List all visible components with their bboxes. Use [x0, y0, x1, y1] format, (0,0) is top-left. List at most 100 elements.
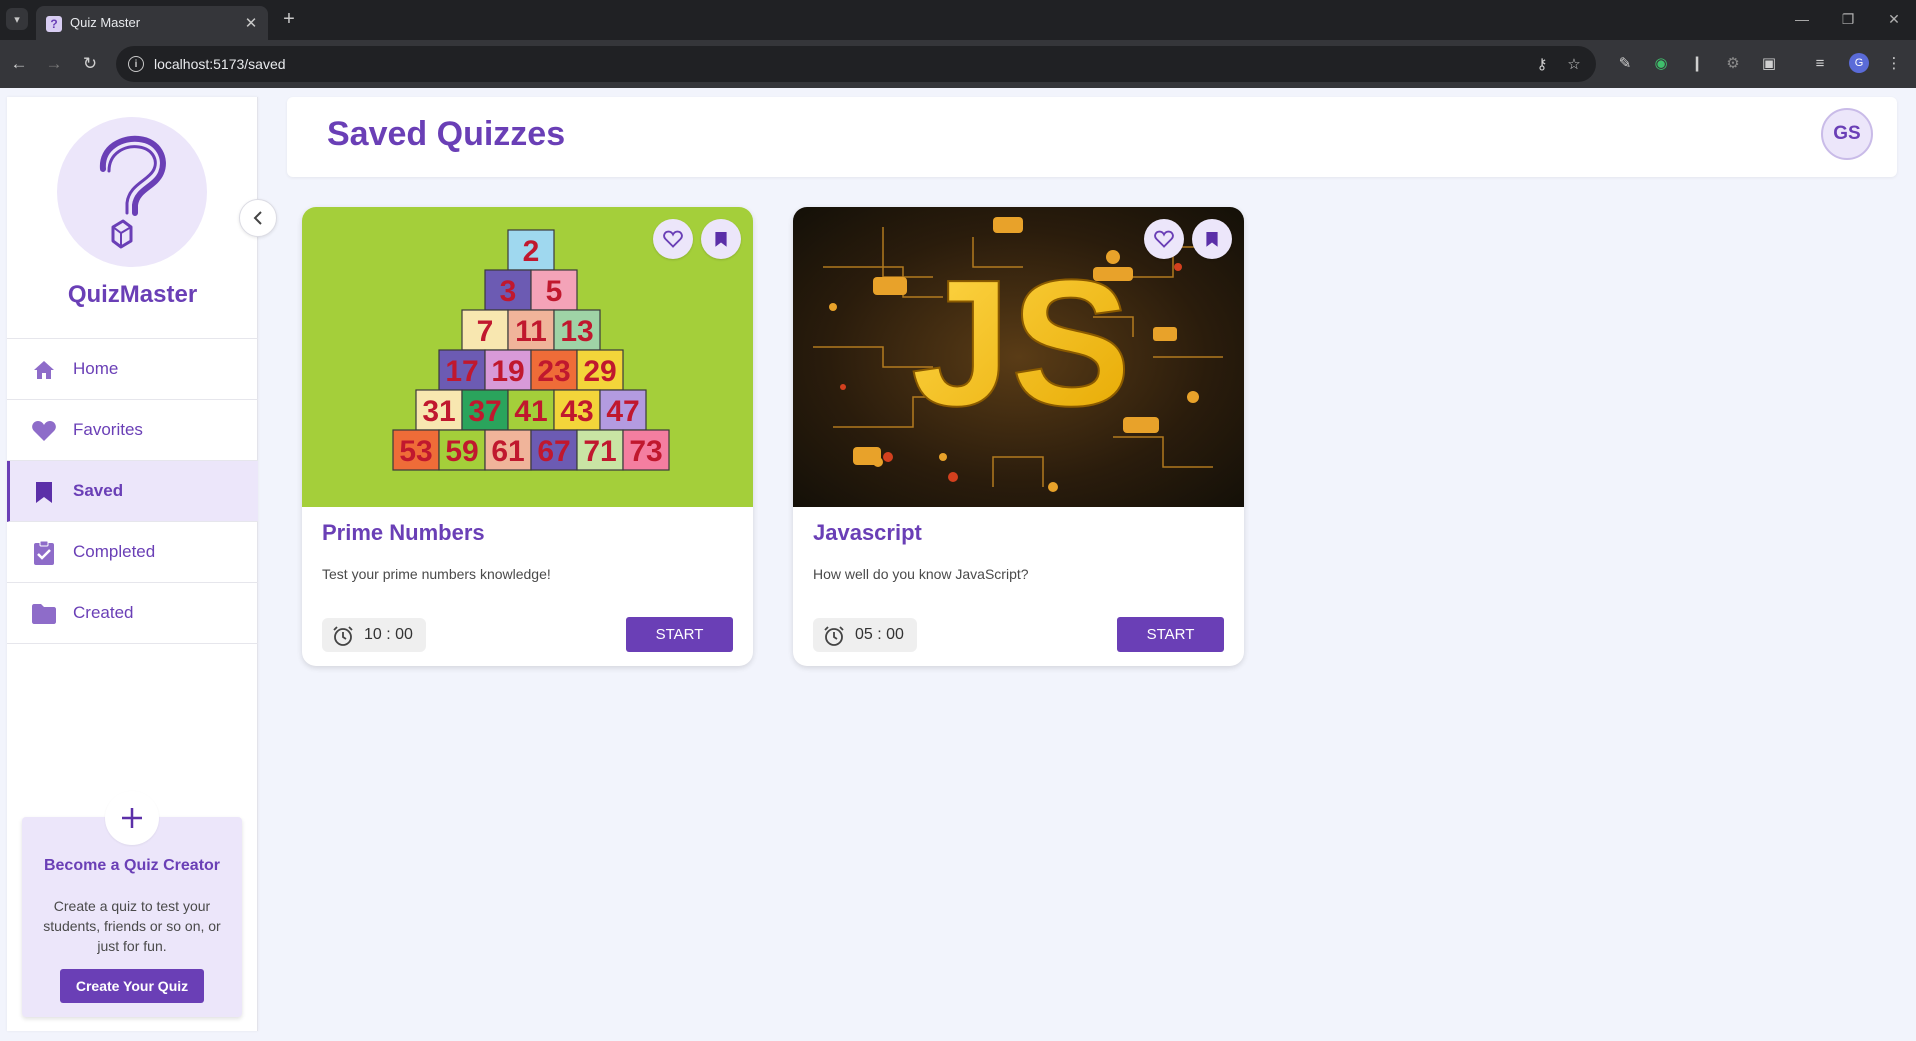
alarm-clock-icon — [824, 626, 844, 646]
quiz-title: Prime Numbers — [322, 520, 485, 545]
favorite-button[interactable] — [1144, 219, 1184, 259]
favorite-button[interactable] — [653, 219, 693, 259]
circle-extension-icon[interactable]: ◉ — [1650, 52, 1672, 74]
quiz-timer: 10 : 00 — [322, 618, 426, 652]
collapse-sidebar-button[interactable] — [239, 199, 277, 237]
prime-tile-number: 43 — [560, 395, 593, 428]
favicon-icon: ? — [46, 16, 62, 32]
prime-tile-number: 61 — [491, 435, 524, 468]
create-quiz-button[interactable]: Create Your Quiz — [60, 969, 204, 1003]
sidebar-item-label: Created — [73, 603, 134, 622]
bookmark-icon — [1206, 232, 1218, 247]
url-text[interactable]: localhost:5173/saved — [154, 56, 286, 72]
heart-icon — [31, 418, 57, 444]
clipboard-check-icon — [31, 540, 57, 566]
minimize-icon[interactable]: — — [1787, 8, 1817, 30]
save-button[interactable] — [701, 219, 741, 259]
tab-close-icon[interactable]: ✕ — [242, 14, 260, 32]
sidebar: QuizMaster Home Favorites Saved Complete… — [7, 97, 258, 1031]
chevron-left-icon — [253, 211, 262, 225]
user-avatar[interactable]: GS — [1821, 108, 1873, 160]
profile-avatar-icon[interactable]: G — [1849, 53, 1869, 73]
site-info-icon[interactable]: i — [128, 56, 144, 72]
prime-tile-number: 5 — [546, 275, 563, 308]
quiz-description: How well do you know JavaScript? — [813, 566, 1029, 582]
become-creator-card: Become a Quiz Creator Create a quiz to t… — [22, 791, 242, 1017]
sidebar-item-label: Favorites — [73, 420, 143, 439]
question-mark-logo-icon — [99, 135, 166, 249]
plus-icon — [105, 791, 159, 845]
prime-tile-number: 67 — [537, 435, 570, 468]
quiz-description: Test your prime numbers knowledge! — [322, 566, 551, 582]
tab-search-icon[interactable]: ▾ — [6, 8, 28, 30]
alarm-clock-icon — [333, 626, 353, 646]
prime-tile-number: 59 — [445, 435, 478, 468]
prime-tile-number: 47 — [606, 395, 639, 428]
js-logo-text: JS — [911, 243, 1131, 444]
gear-extension-icon[interactable]: ⚙ — [1722, 52, 1744, 74]
start-button[interactable]: START — [1117, 617, 1224, 652]
browser-tab-bar: ▾ ? Quiz Master ✕ + — ❐ ✕ — [0, 0, 1916, 40]
page-header: Saved Quizzes GS — [287, 97, 1897, 177]
creator-card-description: Create a quiz to test your students, fri… — [43, 898, 221, 954]
code-extension-icon[interactable]: ❙ — [1686, 52, 1708, 74]
back-icon[interactable]: ← — [7, 52, 31, 76]
reading-list-icon[interactable]: ≡ — [1809, 52, 1831, 74]
prime-tile-number: 17 — [445, 355, 478, 388]
sidebar-item-created[interactable]: Created — [7, 583, 258, 644]
window-close-icon[interactable]: ✕ — [1879, 8, 1909, 30]
prime-tile-number: 19 — [491, 355, 524, 388]
eyedropper-extension-icon[interactable]: ✎ — [1614, 52, 1636, 74]
sidebar-item-favorites[interactable]: Favorites — [7, 400, 258, 461]
sidebar-item-saved[interactable]: Saved — [7, 461, 258, 522]
heart-outline-icon — [1154, 230, 1174, 248]
reload-icon[interactable]: ↻ — [78, 52, 102, 76]
prime-tile-number: 37 — [468, 395, 501, 428]
restore-icon[interactable]: ❐ — [1833, 8, 1863, 30]
sidebar-nav: Home Favorites Saved Completed Created — [7, 338, 258, 644]
bookmark-icon — [31, 479, 57, 505]
heart-outline-icon — [663, 230, 683, 248]
quiz-card-javascript[interactable]: JS Javascript How well do you know JavaS… — [793, 207, 1244, 666]
timer-value: 05 : 00 — [855, 626, 904, 643]
quiz-title: Javascript — [813, 520, 922, 545]
page-title: Saved Quizzes — [327, 115, 566, 153]
logo — [57, 117, 207, 267]
prime-tile-number: 29 — [583, 355, 616, 388]
browser-menu-icon[interactable]: ⋮ — [1883, 52, 1905, 74]
prime-tile-number: 3 — [500, 275, 517, 308]
prime-tile-number: 13 — [560, 315, 593, 348]
quiz-card-prime-numbers[interactable]: 2 3 5 7 11 13 17 19 23 29 31 37 41 43 47 53 59 61 67 71 73 P… — [302, 207, 753, 666]
sidebar-item-label: Saved — [73, 481, 124, 500]
prime-tile-number: 2 — [523, 235, 540, 268]
sidebar-item-label: Completed — [73, 542, 156, 561]
prime-tile-number: 23 — [537, 355, 570, 388]
forward-icon[interactable]: → — [42, 52, 66, 76]
prime-tile-number: 41 — [514, 395, 547, 428]
sidebar-item-home[interactable]: Home — [7, 339, 258, 400]
bookmark-icon — [715, 232, 727, 247]
brand-name: QuizMaster — [67, 281, 198, 308]
sidebar-item-completed[interactable]: Completed — [7, 522, 258, 583]
password-key-icon[interactable]: ⚷ — [1532, 54, 1552, 74]
prime-tile-number: 53 — [399, 435, 432, 468]
folder-icon — [31, 601, 57, 627]
timer-value: 10 : 00 — [364, 626, 413, 643]
prime-tile-number: 7 — [477, 315, 494, 348]
sidebar-item-label: Home — [73, 359, 119, 378]
browser-tab[interactable]: ? Quiz Master ✕ — [36, 6, 268, 40]
tab-title: Quiz Master — [70, 15, 141, 30]
quiz-timer: 05 : 00 — [813, 618, 917, 652]
bookmark-star-icon[interactable]: ☆ — [1564, 54, 1584, 74]
creator-card-title: Become a Quiz Creator — [43, 857, 221, 874]
start-button[interactable]: START — [626, 617, 733, 652]
new-tab-icon[interactable]: + — [278, 8, 300, 30]
prime-tile-number: 71 — [583, 435, 616, 468]
prime-tile-number: 11 — [515, 315, 547, 348]
prime-tile-number: 31 — [422, 395, 455, 428]
address-bar[interactable]: i localhost:5173/saved ⚷ ☆ — [116, 46, 1596, 82]
home-icon — [31, 357, 57, 383]
prime-tile-number: 73 — [629, 435, 662, 468]
puzzle-extensions-icon[interactable]: ▣ — [1758, 52, 1780, 74]
save-button[interactable] — [1192, 219, 1232, 259]
